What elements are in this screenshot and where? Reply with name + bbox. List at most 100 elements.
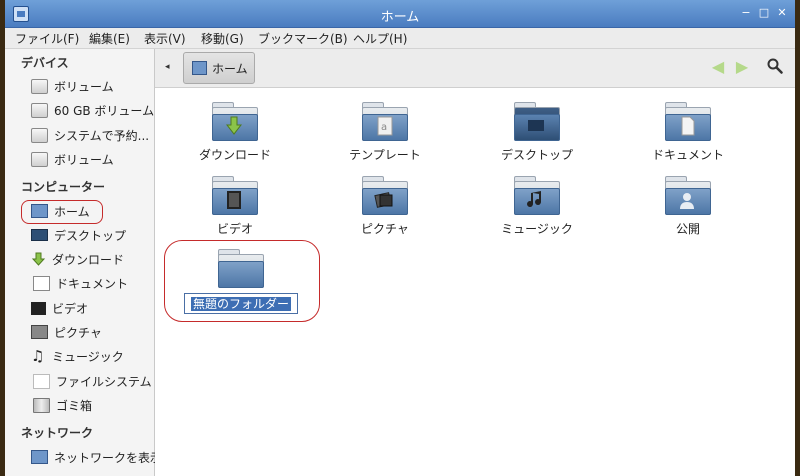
folder-new-untitled[interactable]: 無題のフォルダー xyxy=(171,249,311,314)
folder-music[interactable]: ミュージック xyxy=(467,176,607,237)
folder-label: デスクトップ xyxy=(500,148,573,162)
template-emblem-icon: a xyxy=(377,116,393,136)
minimize-button[interactable]: − xyxy=(739,6,753,20)
search-icon[interactable] xyxy=(767,58,783,74)
file-view[interactable]: ダウンロード a テンプレート デスクトップ ドキュメント ビデオ ピクチャ ミ… xyxy=(155,88,795,476)
menu-file[interactable]: ファイル(F) xyxy=(15,30,79,47)
forward-arrow-icon[interactable]: ▶ xyxy=(733,59,751,75)
folder-label: テンプレート xyxy=(349,148,421,162)
sidebar-item-filesystem[interactable]: ファイルシステム xyxy=(31,371,152,391)
folder-icon xyxy=(212,102,258,141)
folder-icon xyxy=(665,176,711,215)
menu-bookmarks[interactable]: ブックマーク(B) xyxy=(258,30,348,47)
sidebar-item-label: ミュージック xyxy=(52,349,124,364)
folder-icon xyxy=(514,102,560,141)
sidebar-item-documents[interactable]: ドキュメント xyxy=(31,273,151,293)
music-icon: ♫ xyxy=(31,346,45,365)
close-button[interactable]: ✕ xyxy=(775,6,789,20)
title-bar[interactable]: ホーム − □ ✕ xyxy=(5,0,795,28)
sidebar-item-label: デスクトップ xyxy=(54,228,127,243)
folder-label: 公開 xyxy=(675,222,700,236)
folder-label: ミュージック xyxy=(501,222,573,236)
folder-label: ダウンロード xyxy=(198,148,271,162)
drive-icon xyxy=(31,151,48,167)
sidebar-item-pictures[interactable]: ピクチャ xyxy=(31,322,151,342)
sidebar-item-downloads[interactable]: ダウンロード xyxy=(31,249,151,269)
desktop-icon xyxy=(31,229,48,241)
folder-rename-field[interactable]: 無題のフォルダー xyxy=(183,293,298,314)
desktop-emblem-icon xyxy=(528,120,544,131)
video-icon xyxy=(31,301,46,315)
trash-icon xyxy=(33,397,50,413)
document-emblem-icon xyxy=(681,116,695,136)
picture-emblem-icon xyxy=(374,192,393,208)
sidebar-item-label: ボリューム xyxy=(54,152,114,167)
document-icon xyxy=(33,275,50,291)
sidebar-section-devices: デバイス xyxy=(21,56,69,70)
folder-desktop[interactable]: デスクトップ xyxy=(467,102,607,163)
menu-help[interactable]: ヘルプ(H) xyxy=(353,30,407,47)
folder-icon: a xyxy=(362,102,408,141)
sidebar-item-trash[interactable]: ゴミ箱 xyxy=(31,395,151,415)
sidebar-item-label: ダウンロード xyxy=(52,252,125,267)
sidebar-item-system-reserved[interactable]: システムで予約... xyxy=(31,125,151,145)
sidebar-section-network: ネットワーク xyxy=(21,426,94,440)
folder-label: ビデオ xyxy=(216,222,253,236)
sidebar: デバイス ボリューム 60 GB ボリューム システムで予約... ボリューム … xyxy=(5,49,162,476)
sidebar-item-label: ファイルシステム xyxy=(56,374,152,389)
folder-pictures[interactable]: ピクチャ xyxy=(315,176,455,237)
sidebar-item-label: ビデオ xyxy=(52,301,89,316)
breadcrumb-home-button[interactable]: ホーム xyxy=(183,52,255,84)
network-icon xyxy=(31,450,48,464)
sidebar-item-label: ゴミ箱 xyxy=(56,398,93,413)
folder-label: ドキュメント xyxy=(651,148,724,162)
folder-icon xyxy=(665,102,711,141)
folder-icon xyxy=(218,249,264,288)
sidebar-item-volume-60gb[interactable]: 60 GB ボリューム xyxy=(31,100,155,120)
sidebar-item-volume-2[interactable]: ボリューム xyxy=(31,149,151,169)
sidebar-item-label: ネットワークを表示 xyxy=(54,450,163,465)
folder-icon xyxy=(362,176,408,215)
folder-icon xyxy=(212,176,258,215)
sidebar-item-music[interactable]: ♫ ミュージック xyxy=(31,346,151,366)
drive-icon xyxy=(31,102,48,118)
folder-videos[interactable]: ビデオ xyxy=(165,176,305,237)
sidebar-item-label: ボリューム xyxy=(54,79,114,94)
toolbar: ◂ ホーム ◀ ▶ xyxy=(155,49,795,88)
menu-bar: ファイル(F) 編集(E) 表示(V) 移動(G) ブックマーク(B) ヘルプ(… xyxy=(5,28,795,49)
sidebar-item-home[interactable]: ホーム xyxy=(31,201,151,221)
sidebar-section-computer: コンピューター xyxy=(21,180,106,194)
folder-documents[interactable]: ドキュメント xyxy=(618,102,758,163)
home-icon xyxy=(31,204,48,218)
sidebar-item-videos[interactable]: ビデオ xyxy=(31,298,151,318)
sidebar-item-browse-network[interactable]: ネットワークを表示 xyxy=(31,447,162,467)
menu-edit[interactable]: 編集(E) xyxy=(89,30,130,47)
folder-icon xyxy=(514,176,560,215)
sidebar-item-label: システムで予約... xyxy=(54,128,150,143)
svg-text:a: a xyxy=(381,122,387,133)
breadcrumb-label: ホーム xyxy=(212,61,248,76)
sidebar-item-label: 60 GB ボリューム xyxy=(54,103,155,118)
picture-icon xyxy=(31,325,48,339)
folder-public[interactable]: 公開 xyxy=(618,176,758,237)
menu-view[interactable]: 表示(V) xyxy=(144,30,186,47)
back-arrow-icon[interactable]: ◀ xyxy=(709,59,727,75)
folder-downloads[interactable]: ダウンロード xyxy=(165,102,305,163)
sidebar-item-desktop[interactable]: デスクトップ xyxy=(31,225,151,245)
breadcrumb-scroll-left-icon[interactable]: ◂ xyxy=(165,62,170,72)
folder-templates[interactable]: a テンプレート xyxy=(315,102,455,163)
sidebar-item-label: ドキュメント xyxy=(56,276,129,291)
drive-icon xyxy=(31,127,48,143)
drive-icon xyxy=(31,78,48,94)
music-emblem-icon xyxy=(527,191,542,208)
maximize-button[interactable]: □ xyxy=(757,6,771,20)
window-title: ホーム xyxy=(380,10,420,25)
public-emblem-icon xyxy=(680,193,694,209)
folder-rename-text[interactable]: 無題のフォルダー xyxy=(190,297,291,311)
download-icon xyxy=(31,252,46,267)
download-emblem-icon xyxy=(225,116,243,135)
menu-go[interactable]: 移動(G) xyxy=(201,30,244,47)
home-icon xyxy=(192,61,207,75)
sidebar-item-label: ピクチャ xyxy=(54,325,102,340)
sidebar-item-volume-1[interactable]: ボリューム xyxy=(31,76,151,96)
